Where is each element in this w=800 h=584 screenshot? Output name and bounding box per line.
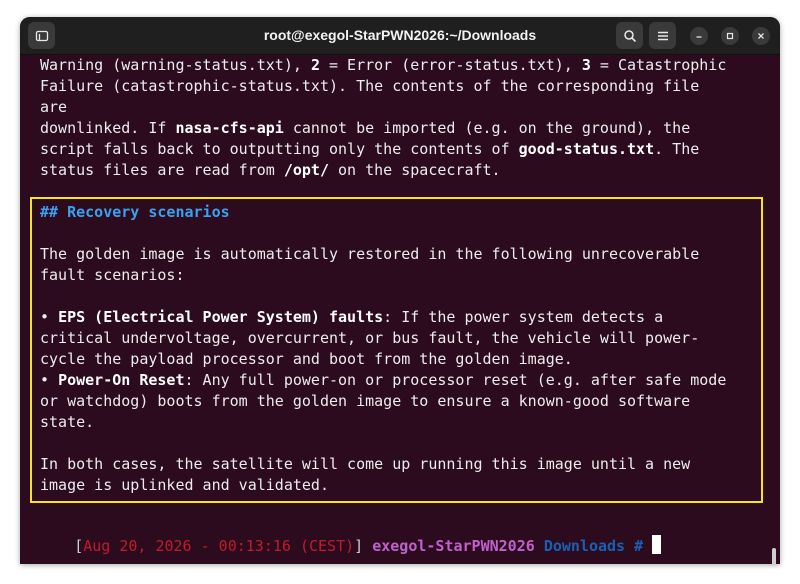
text-span: fault scenarios: [40, 266, 185, 284]
minimize-button[interactable] [690, 27, 708, 45]
text-span: on the spacecraft. [329, 161, 501, 179]
text-cursor [652, 535, 662, 554]
terminal-line: fault scenarios: [40, 265, 185, 286]
terminal-line: status files are read from /opt/ on the … [40, 160, 501, 181]
text-span: cannot be imported (e.g. on the ground),… [283, 119, 691, 137]
prompt-datetime: Aug 20, 2026 - 00:13:16 (CEST) [83, 537, 355, 555]
terminal-window: root@exegol-StarPWN2026:~/Downloads Warn… [20, 17, 780, 564]
hamburger-menu-icon [657, 31, 668, 40]
terminal-line: In both cases, the satellite will come u… [40, 454, 690, 475]
search-button[interactable] [616, 22, 643, 49]
text-span: . The [654, 140, 700, 158]
terminal-line: state. [40, 412, 94, 433]
terminal-line: critical undervoltage, overcurrent, or b… [40, 328, 699, 349]
shell-prompt: [Aug 20, 2026 - 00:13:16 (CEST)] exegol-… [20, 514, 662, 555]
bold-text: nasa-cfs-api [175, 119, 284, 137]
terminal-line: The golden image is automatically restor… [40, 244, 699, 265]
minimize-icon [696, 36, 702, 38]
text-span: In both cases, the satellite will come u… [40, 455, 691, 473]
text-span: or watchdog) boots from the golden image… [40, 392, 691, 410]
close-button[interactable] [752, 27, 770, 45]
search-icon [623, 29, 636, 42]
text-span: The golden image is automatically restor… [40, 245, 700, 263]
terminal-line: script falls back to outputting only the… [40, 139, 699, 160]
title-bar: root@exegol-StarPWN2026:~/Downloads [20, 17, 780, 55]
text-span: downlinked. If [40, 119, 176, 137]
text-span: critical undervoltage, overcurrent, or b… [40, 329, 700, 347]
scrollbar[interactable] [772, 548, 776, 564]
text-span: script falls back to outputting only the… [40, 140, 519, 158]
prompt-directory: Downloads [543, 537, 626, 555]
prompt-host: exegol-StarPWN2026 [372, 537, 535, 555]
terminal-line: Failure (catastrophic-status.txt). The c… [40, 76, 699, 97]
text-span: • [40, 371, 59, 389]
prompt-open-bracket: [ [74, 537, 84, 555]
text-span: cycle the payload processor and boot fro… [40, 350, 573, 368]
prompt-close-bracket: ] [354, 537, 364, 555]
text-span: : Any full power-on or processor reset (… [184, 371, 727, 389]
maximize-icon [726, 32, 734, 40]
bold-text: EPS (Electrical Power System) faults [58, 308, 384, 326]
bold-text: /opt/ [283, 161, 329, 179]
menu-button[interactable] [649, 22, 676, 49]
maximize-button[interactable] [721, 27, 739, 45]
text-span: • [40, 308, 59, 326]
prompt-symbol: # [634, 537, 644, 555]
bold-text: good-status.txt [518, 140, 655, 158]
text-span: state. [40, 413, 95, 431]
terminal-line: cycle the payload processor and boot fro… [40, 349, 573, 370]
terminal-line: or watchdog) boots from the golden image… [40, 391, 690, 412]
text-span: : If the power system detects a [383, 308, 664, 326]
terminal-line: are [40, 97, 67, 118]
terminal-line: • Power-On Reset: Any full power-on or p… [40, 370, 726, 391]
terminal-line: • EPS (Electrical Power System) faults: … [40, 307, 663, 328]
bold-text: 3 [581, 56, 591, 74]
text-span: Warning (warning-status.txt), [40, 56, 311, 74]
text-span: = Catastrophic [590, 56, 727, 74]
terminal-line: image is uplinked and validated. [40, 475, 329, 496]
bold-text: Power-On Reset [58, 371, 185, 389]
text-span: status files are read from [40, 161, 284, 179]
text-span: image is uplinked and validated. [40, 476, 329, 494]
terminal-line: Warning (warning-status.txt), 2 = Error … [40, 55, 726, 76]
text-span: = Error (error-status.txt), [319, 56, 582, 74]
terminal-line: downlinked. If nasa-cfs-api cannot be im… [40, 118, 690, 139]
text-span: are [40, 98, 68, 116]
close-icon [758, 33, 764, 39]
terminal-content[interactable]: Warning (warning-status.txt), 2 = Error … [20, 55, 780, 564]
text-span: Failure (catastrophic-status.txt). The c… [40, 77, 700, 95]
bold-text: 2 [310, 56, 320, 74]
recovery-heading: ## Recovery scenarios [40, 203, 230, 221]
